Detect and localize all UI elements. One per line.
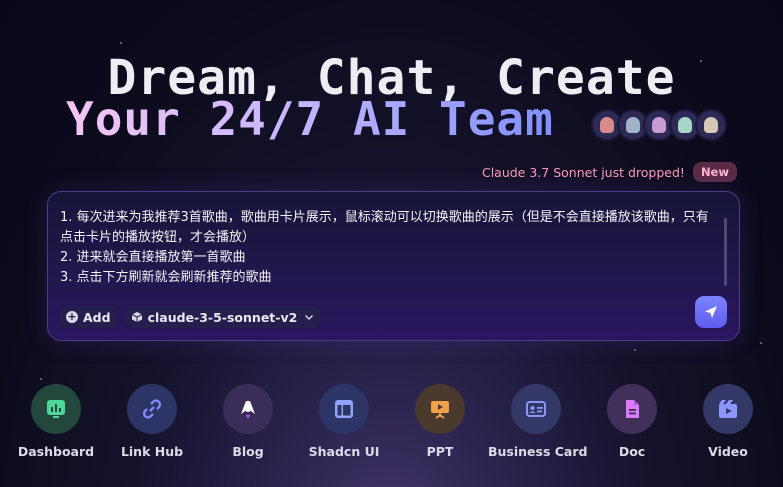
subtitle-row: Your 24/7 AI Team <box>0 92 783 156</box>
document-icon <box>607 384 657 434</box>
link-icon <box>127 384 177 434</box>
add-button[interactable]: + Add <box>60 306 117 328</box>
new-badge: New <box>692 162 737 182</box>
chat-toolbar: + Add claude-3-5-sonnet-v2 <box>60 306 321 328</box>
app-ppt[interactable]: PPT <box>392 384 488 459</box>
app-label: Video <box>708 444 748 459</box>
hero-subtitle: Your 24/7 AI Team <box>66 92 554 146</box>
background-star <box>760 342 762 344</box>
model-selector[interactable]: claude-3-5-sonnet-v2 <box>124 306 321 328</box>
app-label: PPT <box>426 444 454 459</box>
app-label: Doc <box>618 444 646 459</box>
prompt-textarea[interactable]: 1. 每次进来为我推荐3首歌曲，歌曲用卡片展示，鼠标滚动可以切换歌曲的展示（但是… <box>60 208 710 288</box>
app-shortcuts: Dashboard Link Hub Blog Shadcn UI PPT Bu… <box>0 384 783 474</box>
app-business-card[interactable]: Business Card <box>488 384 588 459</box>
send-button[interactable] <box>695 296 727 328</box>
app-link-hub[interactable]: Link Hub <box>104 384 200 459</box>
mascot-avatar-5 <box>695 109 727 141</box>
app-label: Link Hub <box>120 444 184 459</box>
chat-input-box[interactable]: 1. 每次进来为我推荐3首歌曲，歌曲用卡片展示，鼠标滚动可以切换歌曲的展示（但是… <box>47 191 740 341</box>
app-blog[interactable]: Blog <box>200 384 296 459</box>
video-icon <box>703 384 753 434</box>
team-avatars <box>591 109 727 141</box>
app-label: Shadcn UI <box>308 444 380 459</box>
send-icon <box>705 306 717 318</box>
dashboard-icon <box>31 384 81 434</box>
layout-icon <box>319 384 369 434</box>
cube-icon <box>131 312 142 322</box>
announcement-banner[interactable]: Claude 3.7 Sonnet just dropped! New <box>482 162 737 182</box>
model-label: claude-3-5-sonnet-v2 <box>147 309 298 325</box>
chevron-down-icon <box>305 315 314 320</box>
app-dashboard[interactable]: Dashboard <box>8 384 104 459</box>
announcement-text[interactable]: Claude 3.7 Sonnet just dropped! <box>482 165 685 180</box>
blog-icon <box>223 384 273 434</box>
app-video[interactable]: Video <box>680 384 776 459</box>
add-label: Add <box>83 309 111 325</box>
textarea-scrollbar[interactable] <box>724 218 727 286</box>
app-label: Business Card <box>488 444 588 459</box>
app-label: Dashboard <box>17 444 95 459</box>
plus-circle-icon: + <box>66 310 78 323</box>
id-card-icon <box>511 384 561 434</box>
app-shadcn-ui[interactable]: Shadcn UI <box>296 384 392 459</box>
app-label: Blog <box>232 444 264 459</box>
background-star <box>40 378 42 380</box>
background-star <box>634 349 636 351</box>
background-star <box>120 42 122 44</box>
presentation-icon <box>415 384 465 434</box>
app-doc[interactable]: Doc <box>584 384 680 459</box>
